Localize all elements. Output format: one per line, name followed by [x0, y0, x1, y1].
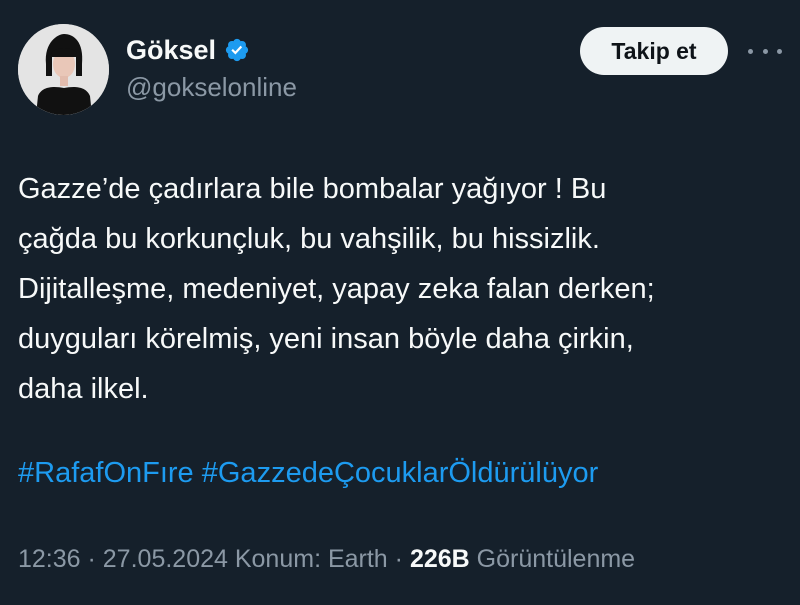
tweet-date[interactable]: 27.05.2024 — [103, 545, 228, 573]
meta-separator: · — [387, 545, 410, 573]
tweet-text: Gazze’de çadırlara bile bombalar yağıyor… — [18, 164, 788, 414]
tweet-text-line: duyguları körelmiş, yeni insan böyle dah… — [18, 323, 634, 355]
tweet-text-line: Dijitalleşme, medeniyet, yapay zeka fala… — [18, 273, 655, 305]
avatar-image — [18, 24, 109, 115]
more-dot — [762, 48, 768, 54]
hashtags: #RafafOnFıre #GazzedeÇocuklarÖldürülüyor — [18, 448, 598, 498]
follow-button[interactable]: Takip et — [580, 27, 728, 75]
tweet-time[interactable]: 12:36 — [18, 545, 81, 573]
views-label[interactable]: Görüntülenme — [470, 545, 635, 573]
author-name-row: Göksel — [126, 30, 297, 70]
tweet-metadata: 12:36 · 27.05.2024 Konum: Earth · 226B G… — [18, 545, 635, 574]
tweet: Göksel @gokselonline Takip et Gazze’de ç… — [0, 0, 800, 605]
hashtag-link[interactable]: #RafafOnFıre — [18, 457, 194, 489]
author-name[interactable]: Göksel — [126, 35, 216, 66]
tweet-location: Konum: Earth — [227, 545, 388, 573]
tweet-text-line: çağda bu korkunçluk, bu vahşilik, bu his… — [18, 223, 600, 255]
hashtag-link[interactable]: #GazzedeÇocuklarÖldürülüyor — [202, 457, 599, 489]
more-options-icon[interactable] — [748, 40, 782, 62]
tweet-text-line: daha ilkel. — [18, 373, 149, 405]
author-info: Göksel @gokselonline — [126, 30, 297, 103]
author-handle[interactable]: @gokselonline — [126, 72, 297, 103]
verified-badge-icon[interactable] — [224, 37, 250, 63]
avatar[interactable] — [18, 24, 109, 115]
tweet-text-line: Gazze’de çadırlara bile bombalar yağıyor… — [18, 173, 607, 205]
more-dot — [748, 48, 753, 54]
views-count[interactable]: 226B — [410, 545, 470, 573]
meta-separator: · — [80, 545, 103, 573]
more-dot — [777, 48, 782, 54]
